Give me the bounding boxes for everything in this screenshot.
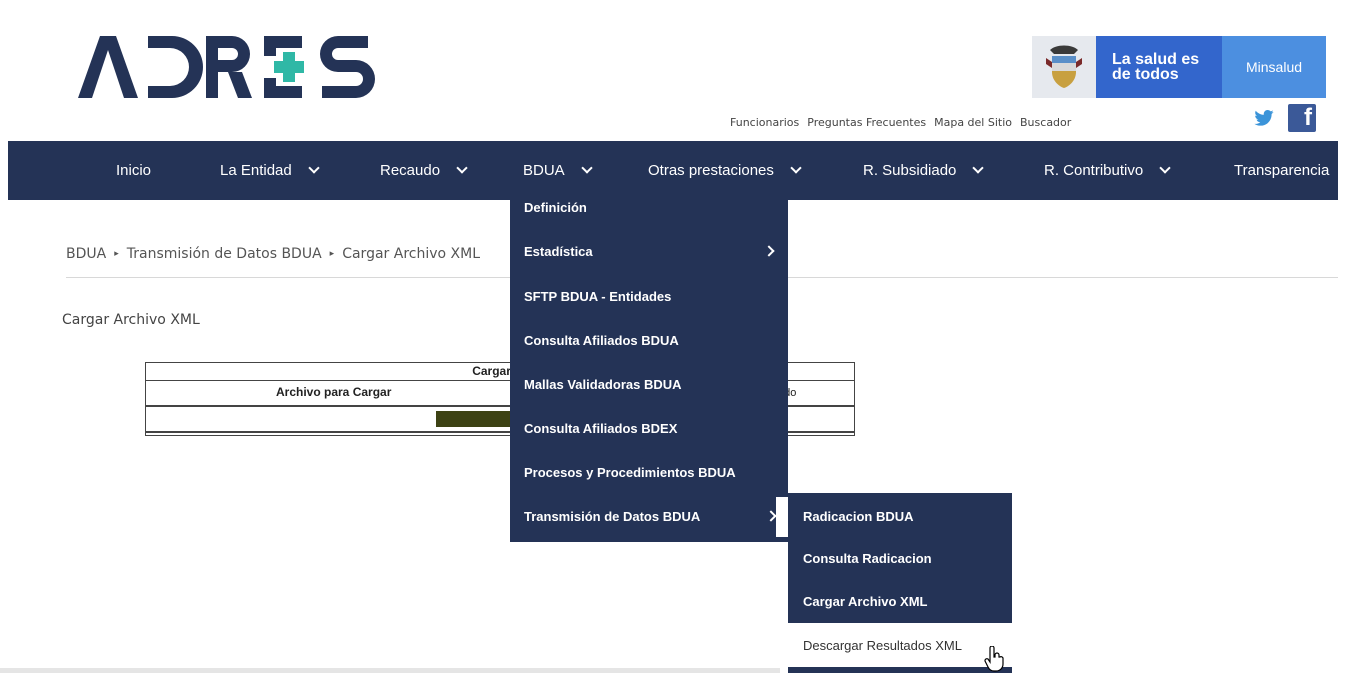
- chevron-right-icon: [763, 245, 775, 257]
- twitter-icon[interactable]: [1254, 110, 1274, 126]
- nav-label: Inicio: [116, 162, 152, 179]
- nav-recaudo[interactable]: Recaudo: [380, 141, 468, 200]
- chevron-down-icon: [581, 161, 593, 174]
- menu-item-consulta-afiliados-bdex[interactable]: Consulta Afiliados BDEX: [524, 418, 677, 438]
- nav-label: Recaudo: [380, 162, 441, 179]
- submenu-item-descargar-resultados-xml[interactable]: Descargar Resultados XML: [788, 623, 1012, 667]
- nav-label: Otras prestaciones: [648, 162, 774, 179]
- chevron-down-icon: [972, 161, 985, 174]
- colombia-coat-of-arms: [1032, 36, 1096, 98]
- breadcrumb-item[interactable]: Transmisión de Datos BDUA: [127, 246, 322, 262]
- hand-pointer-cursor-icon: [984, 645, 1004, 673]
- gov-tagline: La salud es de todos: [1096, 36, 1222, 98]
- nav-label: R. Subsidiado: [863, 162, 957, 179]
- submenu-item-cargar-archivo-xml[interactable]: Cargar Archivo XML: [803, 591, 928, 611]
- link-funcionarios[interactable]: Funcionarios: [730, 116, 799, 129]
- breadcrumb: BDUA ▸ Transmisión de Datos BDUA ▸ Carga…: [66, 246, 480, 262]
- utility-links: Funcionarios Preguntas Frecuentes Mapa d…: [730, 116, 1071, 129]
- facebook-icon[interactable]: f: [1288, 104, 1316, 132]
- chevron-right-icon: [765, 510, 777, 522]
- nav-transparencia[interactable]: Transparencia: [1234, 141, 1329, 200]
- nav-r-contributivo[interactable]: R. Contributivo: [1044, 141, 1171, 200]
- social-links: f: [1254, 104, 1316, 132]
- chevron-down-icon: [1159, 161, 1171, 174]
- nav-label: BDUA: [523, 162, 565, 179]
- bdua-dropdown-menu: Definición Estadística SFTP BDUA - Entid…: [510, 186, 788, 542]
- coat-of-arms-icon: [1046, 45, 1082, 88]
- menu-item-estadistica[interactable]: Estadística: [524, 241, 593, 261]
- breadcrumb-item[interactable]: BDUA: [66, 246, 106, 262]
- submenu-item-radicacion-bdua[interactable]: Radicacion BDUA: [803, 506, 914, 526]
- breadcrumb-separator-icon: ▸: [329, 249, 335, 259]
- nav-inicio[interactable]: Inicio: [116, 141, 151, 200]
- nav-la-entidad[interactable]: La Entidad: [220, 141, 320, 200]
- page-title: Cargar Archivo XML: [62, 312, 200, 328]
- link-mapa-del-sitio[interactable]: Mapa del Sitio: [934, 116, 1012, 129]
- submenu-item-consulta-radicacion[interactable]: Consulta Radicacion: [803, 548, 932, 568]
- link-preguntas-frecuentes[interactable]: Preguntas Frecuentes: [807, 116, 926, 129]
- chevron-down-icon: [456, 161, 468, 174]
- nav-r-subsidiado[interactable]: R. Subsidiado: [863, 141, 985, 200]
- breadcrumb-separator-icon: ▸: [114, 249, 119, 259]
- minsalud-link[interactable]: Minsalud: [1222, 36, 1326, 98]
- chevron-down-icon: [308, 161, 320, 174]
- nav-label: R. Contributivo: [1044, 162, 1144, 179]
- file-label: Archivo para Cargar: [276, 385, 392, 399]
- nav-label: La Entidad: [220, 162, 292, 179]
- nav-label: Transparencia: [1234, 162, 1330, 179]
- government-banner[interactable]: La salud es de todos Minsalud: [1032, 36, 1326, 98]
- menu-item-procesos-procedimientos[interactable]: Procesos y Procedimientos BDUA: [524, 462, 736, 482]
- bottom-scrollbar-track: [0, 668, 780, 673]
- menu-item-consulta-afiliados-bdua[interactable]: Consulta Afiliados BDUA: [524, 330, 679, 350]
- transmision-submenu: Radicacion BDUA Consulta Radicacion Carg…: [788, 493, 1012, 623]
- menu-item-transmision-datos[interactable]: Transmisión de Datos BDUA: [524, 506, 700, 526]
- chevron-down-icon: [790, 161, 802, 174]
- submenu-footer: [788, 667, 1012, 673]
- link-buscador[interactable]: Buscador: [1020, 116, 1071, 129]
- adres-logo[interactable]: [78, 32, 378, 102]
- adres-logo-graphic: [78, 36, 375, 98]
- menu-item-definicion[interactable]: Definición: [524, 197, 587, 217]
- menu-item-sftp-bdua[interactable]: SFTP BDUA - Entidades: [524, 286, 671, 306]
- breadcrumb-item: Cargar Archivo XML: [342, 246, 480, 262]
- active-menu-marker: [776, 497, 788, 537]
- menu-item-mallas-validadoras[interactable]: Mallas Validadoras BDUA: [524, 374, 682, 394]
